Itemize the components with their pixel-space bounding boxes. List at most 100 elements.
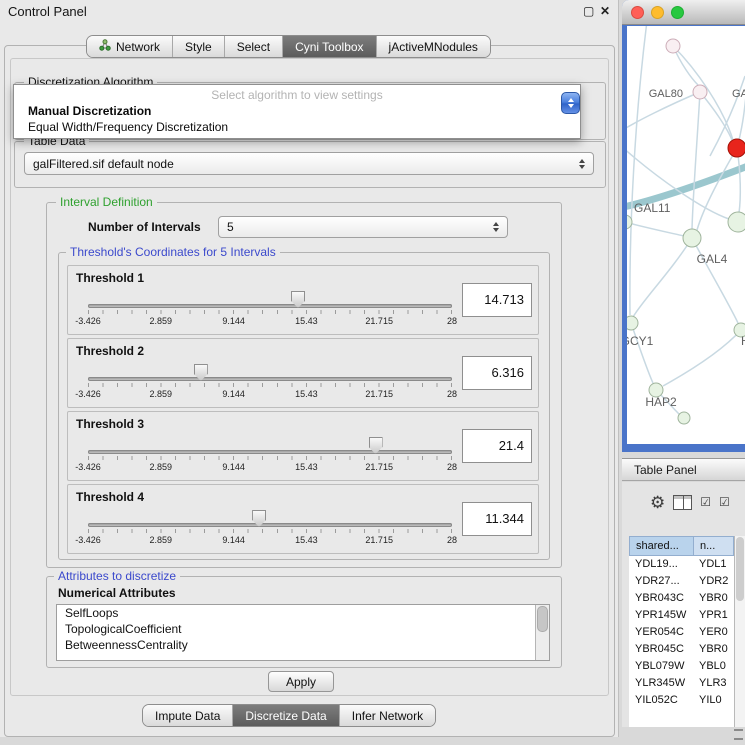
network-node[interactable] xyxy=(683,229,701,247)
table-row[interactable]: YER054CYER0 xyxy=(629,624,734,641)
cell-shared-name[interactable]: YDL19... xyxy=(629,556,693,573)
minimize-window-button[interactable] xyxy=(651,6,664,19)
tab-network[interactable]: Network xyxy=(87,36,172,57)
network-icon xyxy=(99,39,111,54)
panel-title: Control Panel xyxy=(8,4,87,19)
algorithm-options: Manual DiscretizationEqual Width/Frequen… xyxy=(14,103,580,135)
cell-name[interactable]: YPR1 xyxy=(693,607,734,624)
attribute-item[interactable]: BetweennessCentrality xyxy=(57,637,549,653)
close-panel-icon[interactable]: ✕ xyxy=(600,4,610,18)
threshold-slider[interactable]: -3.4262.8599.14415.4321.71528 xyxy=(88,290,452,332)
tab-infer-network[interactable]: Infer Network xyxy=(339,705,435,726)
float-panel-icon[interactable]: ▢ xyxy=(583,4,594,18)
threshold-value[interactable]: 6.316 xyxy=(462,356,532,390)
slider-ticks xyxy=(88,456,452,460)
slider-track[interactable] xyxy=(88,304,452,308)
table-row[interactable]: YBR045CYBR0 xyxy=(629,641,734,658)
gear-icon[interactable]: ⚙ xyxy=(650,494,665,511)
tab-impute-data[interactable]: Impute Data xyxy=(143,705,232,726)
cell-name[interactable]: YDL1 xyxy=(693,556,734,573)
resize-grip[interactable] xyxy=(734,729,743,740)
attribute-item[interactable]: TopologicalCoefficient xyxy=(57,621,549,637)
network-canvas[interactable]: GAL80GAGAL11GAL4GCY1HHAP2 xyxy=(627,26,745,444)
cell-name[interactable]: YBR0 xyxy=(693,590,734,607)
tab-jactivemnodules[interactable]: jActiveMNodules xyxy=(376,36,490,57)
table-row[interactable]: YLR345WYLR3 xyxy=(629,675,734,692)
table-row[interactable]: YDL19...YDL1 xyxy=(629,556,734,573)
network-edge xyxy=(630,26,647,315)
network-node[interactable] xyxy=(693,85,707,99)
table-row[interactable]: YPR145WYPR1 xyxy=(629,607,734,624)
cell-shared-name[interactable]: YBL079W xyxy=(629,658,693,675)
intervals-count-select[interactable]: 5 xyxy=(218,216,508,238)
threshold-panel-4: Threshold 4-3.4262.8599.14415.4321.71528… xyxy=(67,484,539,554)
table-data-select[interactable]: galFiltered.sif default node xyxy=(24,152,594,175)
close-window-button[interactable] xyxy=(631,6,644,19)
algorithm-option[interactable]: Manual Discretization xyxy=(14,103,580,119)
list-scrollbar[interactable] xyxy=(535,605,549,660)
table-row[interactable]: YBR043CYBR0 xyxy=(629,590,734,607)
table-scrollbar[interactable] xyxy=(734,536,745,727)
threshold-value[interactable]: 14.713 xyxy=(462,283,532,317)
list-scrollbar-thumb[interactable] xyxy=(537,606,548,632)
numerical-attributes-label: Numerical Attributes xyxy=(58,586,176,600)
network-edge xyxy=(631,323,653,383)
network-edge xyxy=(700,92,732,140)
checkbox-icon[interactable]: ☑ xyxy=(719,496,730,508)
network-node[interactable] xyxy=(728,139,745,157)
network-node[interactable] xyxy=(666,39,680,53)
cell-name[interactable]: YLR3 xyxy=(693,675,734,692)
zoom-window-button[interactable] xyxy=(671,6,684,19)
checkbox-icon[interactable]: ☑ xyxy=(700,496,711,508)
apply-button[interactable]: Apply xyxy=(268,671,334,692)
cell-shared-name[interactable]: YIL052C xyxy=(629,692,693,709)
tab-discretize-data[interactable]: Discretize Data xyxy=(232,705,338,726)
threshold-value[interactable]: 11.344 xyxy=(462,502,532,536)
slider-track[interactable] xyxy=(88,377,452,381)
columns-icon[interactable] xyxy=(673,495,692,510)
threshold-slider[interactable]: -3.4262.8599.14415.4321.71528 xyxy=(88,436,452,478)
cell-name[interactable]: YBL0 xyxy=(693,658,734,675)
column-header-shared-name[interactable]: shared... xyxy=(629,536,693,556)
cell-name[interactable]: YIL0 xyxy=(693,692,734,709)
cell-name[interactable]: YER0 xyxy=(693,624,734,641)
tab-style[interactable]: Style xyxy=(172,36,224,57)
cell-shared-name[interactable]: YDR27... xyxy=(629,573,693,590)
interval-definition-title: Interval Definition xyxy=(56,195,157,209)
cell-name[interactable]: YDR2 xyxy=(693,573,734,590)
tab-select[interactable]: Select xyxy=(224,36,282,57)
network-node[interactable] xyxy=(627,316,638,330)
slider-track[interactable] xyxy=(88,523,452,527)
threshold-slider[interactable]: -3.4262.8599.14415.4321.71528 xyxy=(88,509,452,551)
cell-name[interactable]: YBR0 xyxy=(693,641,734,658)
cell-shared-name[interactable]: YPR145W xyxy=(629,607,693,624)
slider-track[interactable] xyxy=(88,450,452,454)
algorithm-combo-button[interactable] xyxy=(561,92,580,114)
threshold-slider[interactable]: -3.4262.8599.14415.4321.71528 xyxy=(88,363,452,405)
table-scrollbar-thumb[interactable] xyxy=(736,537,744,601)
cell-shared-name[interactable]: YBR045C xyxy=(629,641,693,658)
network-node[interactable] xyxy=(728,212,745,232)
cell-shared-name[interactable]: YBR043C xyxy=(629,590,693,607)
algorithm-option[interactable]: Equal Width/Frequency Discretization xyxy=(14,119,580,135)
table-row[interactable]: YBL079WYBL0 xyxy=(629,658,734,675)
table-panel-header: Table Panel xyxy=(622,458,745,481)
slider-ticks xyxy=(88,529,452,533)
node-label: GAL11 xyxy=(634,201,671,215)
table-rows: YDL19...YDL1YDR27...YDR2YBR043CYBR0YPR14… xyxy=(629,556,734,727)
numerical-attributes-list[interactable]: SelfLoopsTopologicalCoefficientBetweenne… xyxy=(56,604,550,661)
tab-cyni-toolbox[interactable]: Cyni Toolbox xyxy=(282,36,375,57)
column-header-name[interactable]: n... xyxy=(693,536,734,556)
slider-ticks xyxy=(88,383,452,387)
cell-shared-name[interactable]: YLR345W xyxy=(629,675,693,692)
network-node[interactable] xyxy=(678,412,690,424)
table-panel-body: ⚙ ☑ ☑ shared... n... YDL19...YDL1YDR27..… xyxy=(622,482,745,727)
table-toolbar: ⚙ ☑ ☑ xyxy=(622,487,745,517)
table-row[interactable]: YDR27...YDR2 xyxy=(629,573,734,590)
table-data-value: galFiltered.sif default node xyxy=(33,157,174,171)
attribute-item[interactable]: SelfLoops xyxy=(57,605,549,621)
threshold-value[interactable]: 21.4 xyxy=(462,429,532,463)
network-titlebar[interactable] xyxy=(622,0,745,25)
table-row[interactable]: YIL052CYIL0 xyxy=(629,692,734,709)
cell-shared-name[interactable]: YER054C xyxy=(629,624,693,641)
